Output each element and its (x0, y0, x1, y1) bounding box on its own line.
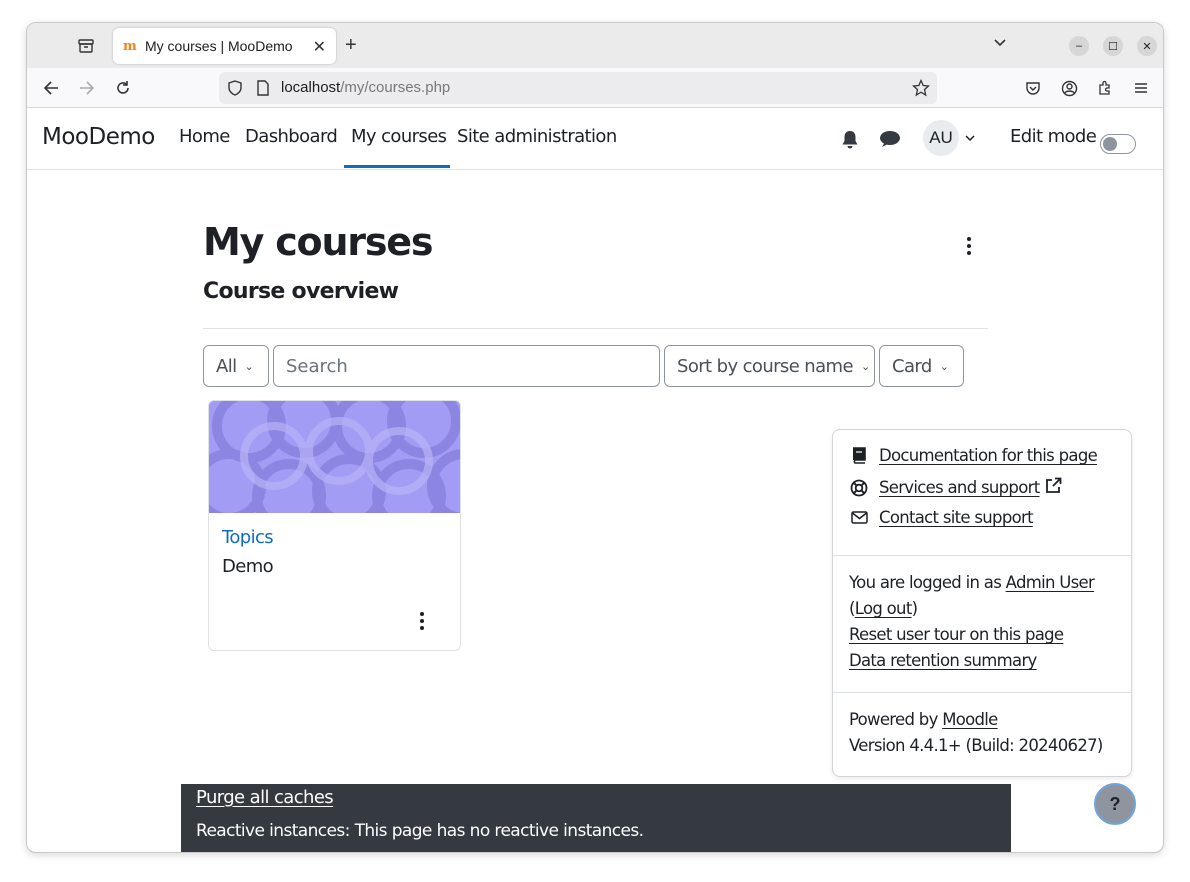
new-tab-icon[interactable]: + (345, 34, 357, 57)
course-search-input[interactable] (273, 345, 660, 387)
page-actions-kebab-icon[interactable] (961, 236, 977, 256)
services-support-label: Services and support (879, 478, 1040, 497)
moodle-navbar: MooDemo Home Dashboard My courses Site a… (27, 108, 1163, 170)
url-host: localhost (281, 79, 341, 96)
pocket-icon[interactable] (1022, 77, 1044, 99)
course-name[interactable]: Demo (222, 556, 274, 577)
url-text: localhost/my/courses.php (281, 79, 450, 96)
menu-icon[interactable] (1130, 77, 1152, 99)
grouping-filter-dropdown[interactable]: All ⌄ (203, 345, 269, 387)
data-retention-link[interactable]: Data retention summary (849, 651, 1037, 670)
chevron-down-icon: ⌄ (244, 359, 254, 373)
user-profile-link[interactable]: Admin User (1006, 573, 1095, 592)
browser-toolbar: localhost/my/courses.php (27, 68, 1163, 108)
page-title: My courses (203, 220, 433, 264)
tab-overview-icon[interactable] (75, 35, 97, 57)
external-link-icon (1045, 477, 1062, 498)
nav-dashboard[interactable]: Dashboard (245, 126, 338, 147)
back-icon[interactable] (40, 77, 62, 99)
messages-chat-icon[interactable] (879, 130, 901, 154)
bookmark-star-icon[interactable] (911, 78, 931, 102)
logged-in-prefix: You are logged in as (849, 573, 1006, 592)
view-mode-value: Card (892, 355, 932, 377)
view-mode-dropdown[interactable]: Card ⌄ (879, 345, 964, 387)
contact-support-link[interactable]: Contact site support (849, 508, 1034, 527)
reactive-instances-text: Reactive instances: This page has no rea… (196, 821, 644, 841)
help-button[interactable]: ? (1094, 783, 1136, 825)
documentation-link[interactable]: Documentation for this page (849, 446, 1098, 465)
close-tab-icon[interactable]: ✕ (313, 37, 326, 57)
account-icon[interactable] (1058, 77, 1080, 99)
book-icon (849, 447, 869, 464)
developer-footer: Purge all caches Reactive instances: Thi… (181, 784, 1011, 852)
maximize-icon[interactable]: ☐ (1103, 36, 1123, 56)
logout-paren-close: ) (911, 599, 918, 618)
logged-in-info: You are logged in as Admin User (849, 573, 1095, 592)
popover-divider (833, 555, 1131, 556)
version-info: Version 4.4.1+ (Build: 20240627) (849, 736, 1103, 755)
section-title: Course overview (203, 279, 399, 304)
nav-home[interactable]: Home (179, 126, 230, 147)
services-support-link[interactable]: Services and support (849, 477, 1062, 498)
shield-icon[interactable] (227, 80, 243, 101)
reload-icon[interactable] (112, 77, 134, 99)
grouping-filter-value: All (216, 355, 237, 377)
documentation-link-label: Documentation for this page (879, 446, 1098, 465)
address-bar[interactable]: localhost/my/courses.php (219, 72, 937, 104)
user-menu-chevron-icon[interactable] (965, 131, 975, 145)
edit-mode-label: Edit mode (1010, 126, 1097, 147)
moodle-favicon-icon: m (123, 38, 137, 54)
tab-title: My courses | MooDemo (145, 38, 293, 54)
logout-link[interactable]: Log out (855, 599, 913, 618)
sort-value: Sort by course name (677, 355, 854, 377)
extensions-icon[interactable] (1094, 77, 1116, 99)
footer-popover: Documentation for this page Services and… (832, 429, 1132, 777)
chevron-down-icon: ⌄ (860, 359, 870, 373)
close-window-icon[interactable]: ✕ (1137, 36, 1157, 56)
minimize-icon[interactable]: – (1069, 36, 1089, 56)
browser-tab[interactable]: m My courses | MooDemo ✕ (113, 28, 336, 64)
course-category: Topics (222, 527, 274, 548)
life-ring-icon (849, 479, 869, 497)
tab-strip: m My courses | MooDemo ✕ + – ☐ ✕ (27, 23, 1163, 68)
moodle-link[interactable]: Moodle (942, 710, 998, 729)
sort-dropdown[interactable]: Sort by course name ⌄ (664, 345, 875, 387)
powered-prefix: Powered by (849, 710, 943, 729)
purge-caches-link[interactable]: Purge all caches (196, 787, 334, 808)
nav-site-administration[interactable]: Site administration (457, 126, 617, 147)
course-card-image[interactable] (209, 401, 460, 513)
forward-icon[interactable] (76, 77, 98, 99)
browser-window: m My courses | MooDemo ✕ + – ☐ ✕ localho… (26, 22, 1164, 853)
reset-tour-link[interactable]: Reset user tour on this page (849, 625, 1064, 644)
course-actions-kebab-icon[interactable] (415, 611, 429, 631)
page-info-icon[interactable] (256, 80, 270, 101)
logout-line: (Log out) (849, 599, 918, 618)
active-nav-indicator (344, 165, 450, 168)
envelope-icon (849, 511, 869, 524)
popover-divider (833, 692, 1131, 693)
powered-by: Powered by Moodle (849, 710, 998, 729)
course-card[interactable]: Topics Demo (208, 400, 461, 651)
edit-mode-toggle[interactable] (1100, 134, 1136, 154)
divider (203, 328, 988, 329)
site-brand[interactable]: MooDemo (42, 124, 155, 150)
tab-list-chevron-icon[interactable] (993, 35, 1007, 53)
notifications-bell-icon[interactable] (841, 130, 859, 155)
nav-my-courses[interactable]: My courses (351, 126, 447, 147)
url-path: /my/courses.php (340, 79, 451, 96)
contact-support-label: Contact site support (879, 508, 1034, 527)
user-avatar[interactable]: AU (923, 120, 959, 156)
chevron-down-icon: ⌄ (939, 359, 949, 373)
